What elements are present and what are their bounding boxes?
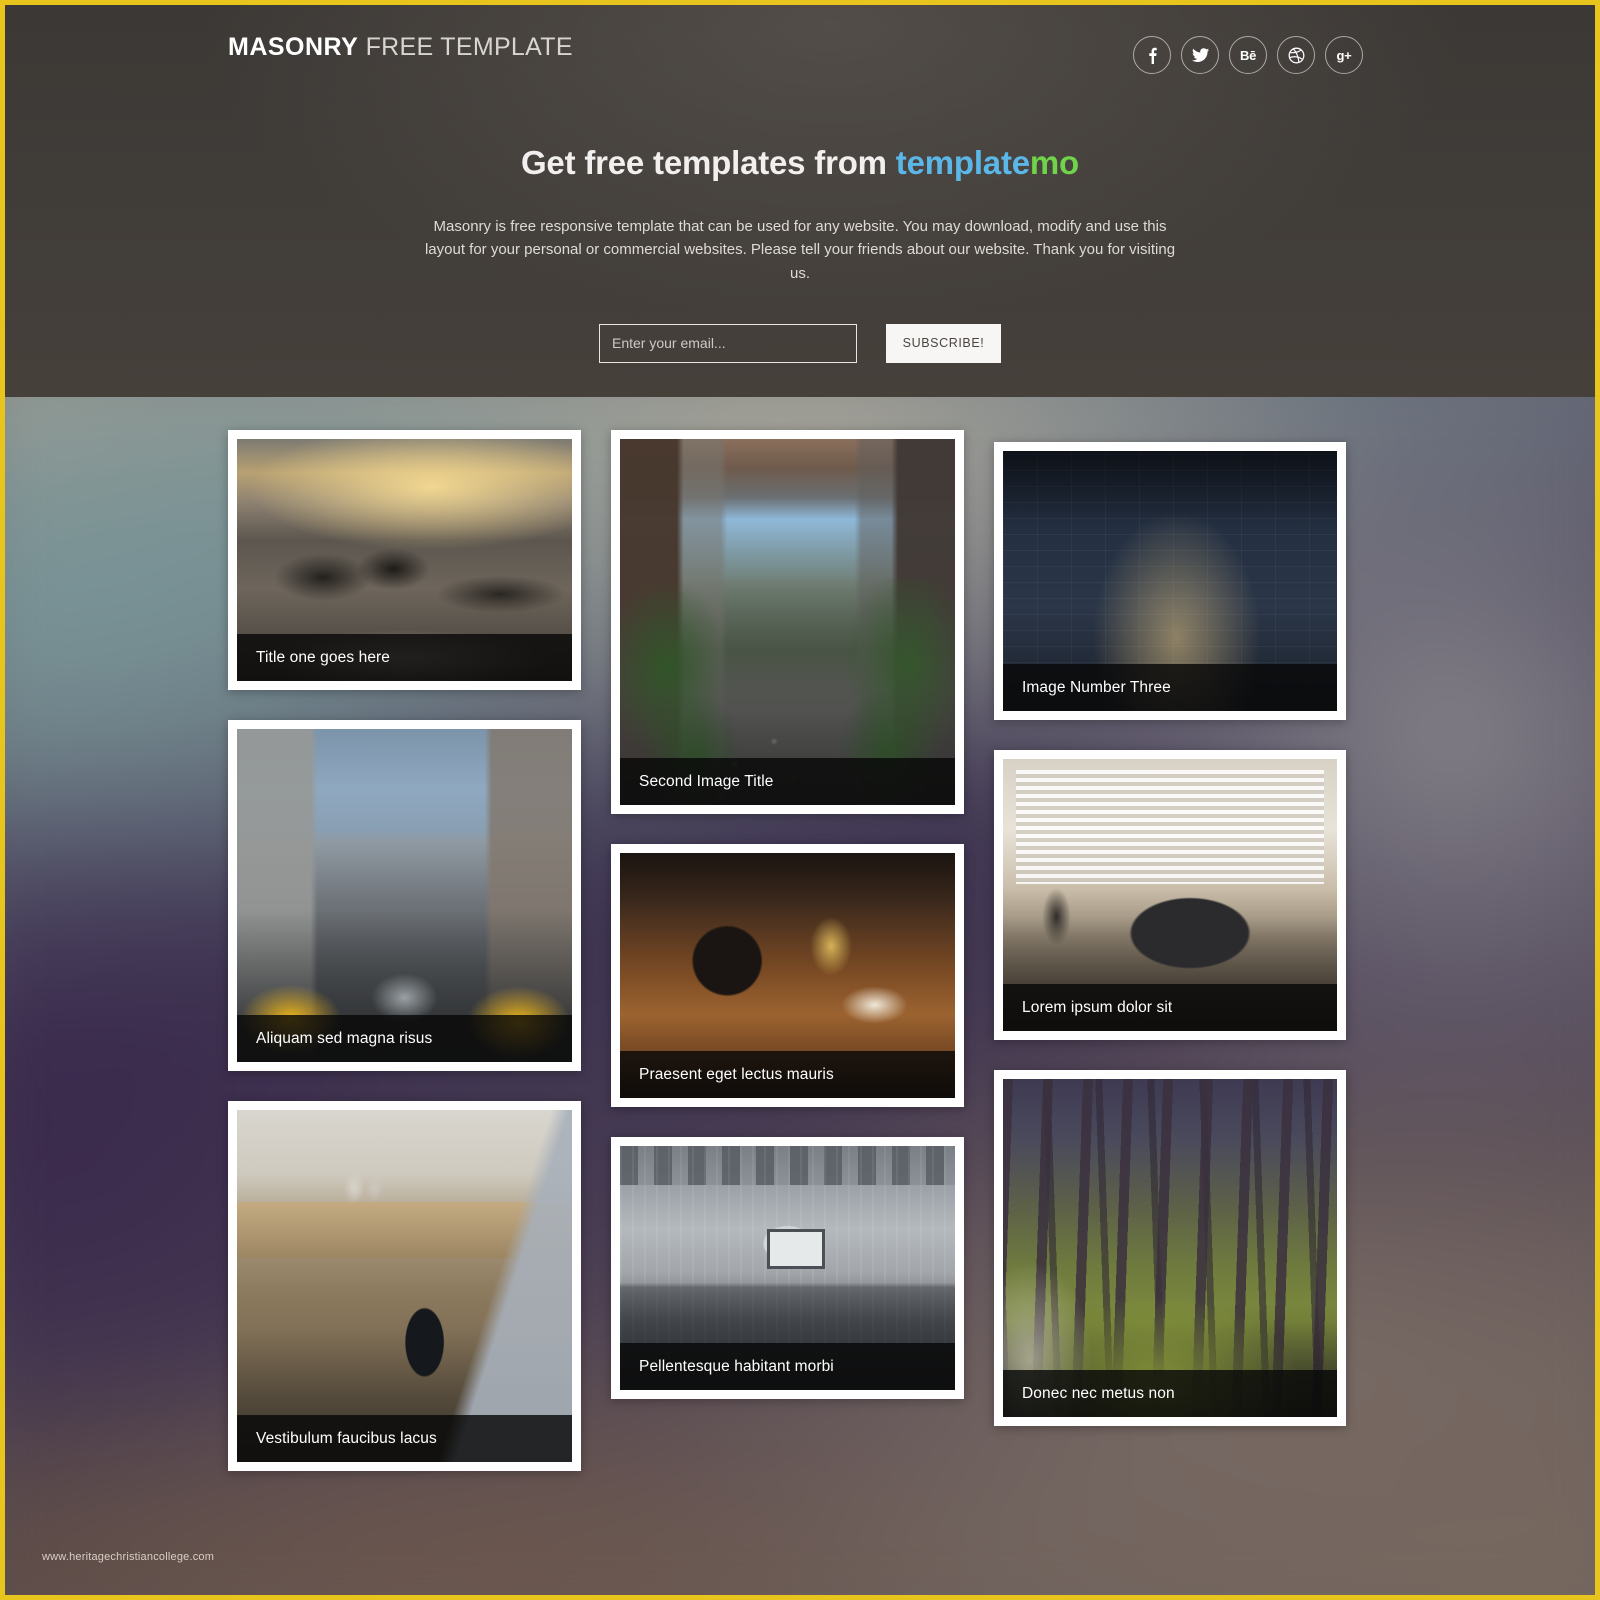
taxi-street-image bbox=[237, 729, 572, 1062]
picture-frame-icon bbox=[767, 1228, 826, 1269]
gallery-card[interactable]: Second Image Title bbox=[611, 430, 964, 814]
social-links: Bē g+ bbox=[1133, 36, 1363, 74]
facebook-icon[interactable] bbox=[1133, 36, 1171, 74]
card-caption: Second Image Title bbox=[620, 758, 955, 805]
card-caption: Vestibulum faucibus lacus bbox=[237, 1415, 572, 1462]
watermark-text: www.heritagechristiancollege.com bbox=[42, 1551, 215, 1563]
card-thumbnail: Pellentesque habitant morbi bbox=[620, 1146, 955, 1390]
google-plus-glyph: g+ bbox=[1336, 47, 1352, 63]
gallery-section: Title one goes here Aliquam sed magna ri… bbox=[5, 397, 1595, 1595]
phone-on-table-image bbox=[237, 1110, 572, 1462]
hero-heading-green: mo bbox=[1029, 144, 1080, 181]
subscribe-form: SUBSCRIBE! bbox=[5, 323, 1595, 363]
subscribe-button[interactable]: SUBSCRIBE! bbox=[886, 323, 1001, 363]
card-thumbnail: Image Number Three bbox=[1003, 451, 1337, 711]
masonry-column-2: Second Image Title Praesent eget lectus … bbox=[611, 430, 964, 1471]
hero-heading-blue: template bbox=[895, 144, 1030, 181]
page-root: MASONRY FREE TEMPLATE Bē g+ Get free tem… bbox=[0, 0, 1600, 1600]
city-avenue-image bbox=[620, 439, 955, 805]
behance-icon[interactable]: Bē bbox=[1229, 36, 1267, 74]
card-caption: Title one goes here bbox=[237, 634, 572, 681]
card-caption: Pellentesque habitant morbi bbox=[620, 1343, 955, 1390]
card-thumbnail: Praesent eget lectus mauris bbox=[620, 853, 955, 1098]
email-input[interactable] bbox=[599, 323, 857, 363]
card-caption: Praesent eget lectus mauris bbox=[620, 1051, 955, 1098]
behance-glyph: Bē bbox=[1239, 47, 1257, 63]
twitter-icon[interactable] bbox=[1181, 36, 1219, 74]
google-plus-icon[interactable]: g+ bbox=[1325, 36, 1363, 74]
card-caption: Donec nec metus non bbox=[1003, 1370, 1337, 1417]
logo-primary: MASONRY bbox=[228, 33, 359, 61]
forest-path-image bbox=[1003, 1079, 1337, 1417]
card-caption: Image Number Three bbox=[1003, 664, 1337, 711]
gallery-card[interactable]: Pellentesque habitant morbi bbox=[611, 1137, 964, 1399]
hero-block: Get free templates from templatemo Mason… bbox=[5, 143, 1595, 363]
masonry-column-3: Image Number Three Lorem ipsum dolor sit… bbox=[994, 430, 1346, 1471]
hero-paragraph: Masonry is free responsive template that… bbox=[424, 217, 1176, 282]
top-bar: MASONRY FREE TEMPLATE Bē g+ bbox=[5, 5, 1595, 103]
logo-secondary: FREE TEMPLATE bbox=[358, 33, 573, 61]
gallery-card[interactable]: Title one goes here bbox=[228, 430, 581, 690]
masonry-grid: Title one goes here Aliquam sed magna ri… bbox=[228, 397, 1372, 1471]
gallery-card[interactable]: Vestibulum faucibus lacus bbox=[228, 1101, 581, 1471]
card-caption: Lorem ipsum dolor sit bbox=[1003, 984, 1337, 1031]
card-thumbnail: Vestibulum faucibus lacus bbox=[237, 1110, 572, 1462]
gallery-card[interactable]: Image Number Three bbox=[994, 442, 1346, 720]
hero-heading-plain: Get free templates from bbox=[520, 144, 896, 181]
card-thumbnail: Lorem ipsum dolor sit bbox=[1003, 759, 1337, 1031]
hero-heading: Get free templates from templatemo bbox=[5, 143, 1595, 183]
gallery-card[interactable]: Lorem ipsum dolor sit bbox=[994, 750, 1346, 1040]
gallery-card[interactable]: Donec nec metus non bbox=[994, 1070, 1346, 1426]
dribbble-icon[interactable] bbox=[1277, 36, 1315, 74]
card-caption: Aliquam sed magna risus bbox=[237, 1015, 572, 1062]
card-thumbnail: Donec nec metus non bbox=[1003, 1079, 1337, 1417]
card-thumbnail: Title one goes here bbox=[237, 439, 572, 681]
masonry-column-1: Title one goes here Aliquam sed magna ri… bbox=[228, 430, 581, 1471]
gallery-card[interactable]: Aliquam sed magna risus bbox=[228, 720, 581, 1071]
site-logo[interactable]: MASONRY FREE TEMPLATE bbox=[228, 35, 573, 60]
card-thumbnail: Aliquam sed magna risus bbox=[237, 729, 572, 1062]
site-header: MASONRY FREE TEMPLATE Bē g+ Get free tem… bbox=[5, 5, 1595, 397]
card-thumbnail: Second Image Title bbox=[620, 439, 955, 805]
gallery-card[interactable]: Praesent eget lectus mauris bbox=[611, 844, 964, 1107]
